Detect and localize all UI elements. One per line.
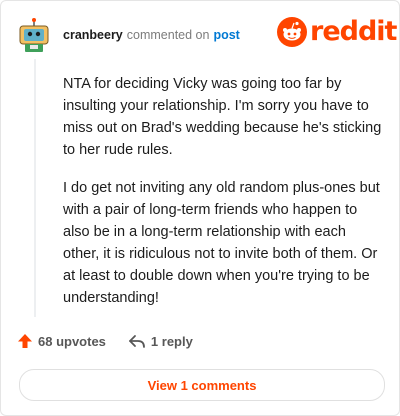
comment-actions: 68 upvotes 1 reply xyxy=(17,333,193,349)
comment-paragraph: NTA for deciding Vicky was going too far… xyxy=(63,76,382,158)
upvote-arrow-icon xyxy=(18,334,32,348)
post-link[interactable]: post xyxy=(213,28,239,42)
view-comments-button[interactable]: View 1 comments xyxy=(19,369,385,401)
username[interactable]: cranbeery xyxy=(63,28,123,42)
reply-arrow-icon xyxy=(129,335,145,348)
comment-meta: cranbeery commented on post xyxy=(63,27,240,43)
reddit-logo[interactable]: reddit xyxy=(277,16,397,47)
comment-body: NTA for deciding Vicky was going too far… xyxy=(63,73,383,325)
reddit-wordmark: reddit xyxy=(310,16,397,47)
avatar[interactable] xyxy=(17,17,51,53)
upvote-count: 68 upvotes xyxy=(38,333,106,349)
comment-paragraph: I do get not inviting any old random plu… xyxy=(63,180,380,306)
reply-count: 1 reply xyxy=(150,333,193,349)
reply-button[interactable]: 1 reply xyxy=(128,333,193,349)
comment-card: cranbeery commented on post reddit NTA for… xyxy=(0,0,400,416)
action-text: commented on xyxy=(126,28,210,42)
upvote-button[interactable]: 68 upvotes xyxy=(17,333,106,349)
thread-line xyxy=(34,59,36,317)
reddit-snoo-icon xyxy=(277,17,307,47)
